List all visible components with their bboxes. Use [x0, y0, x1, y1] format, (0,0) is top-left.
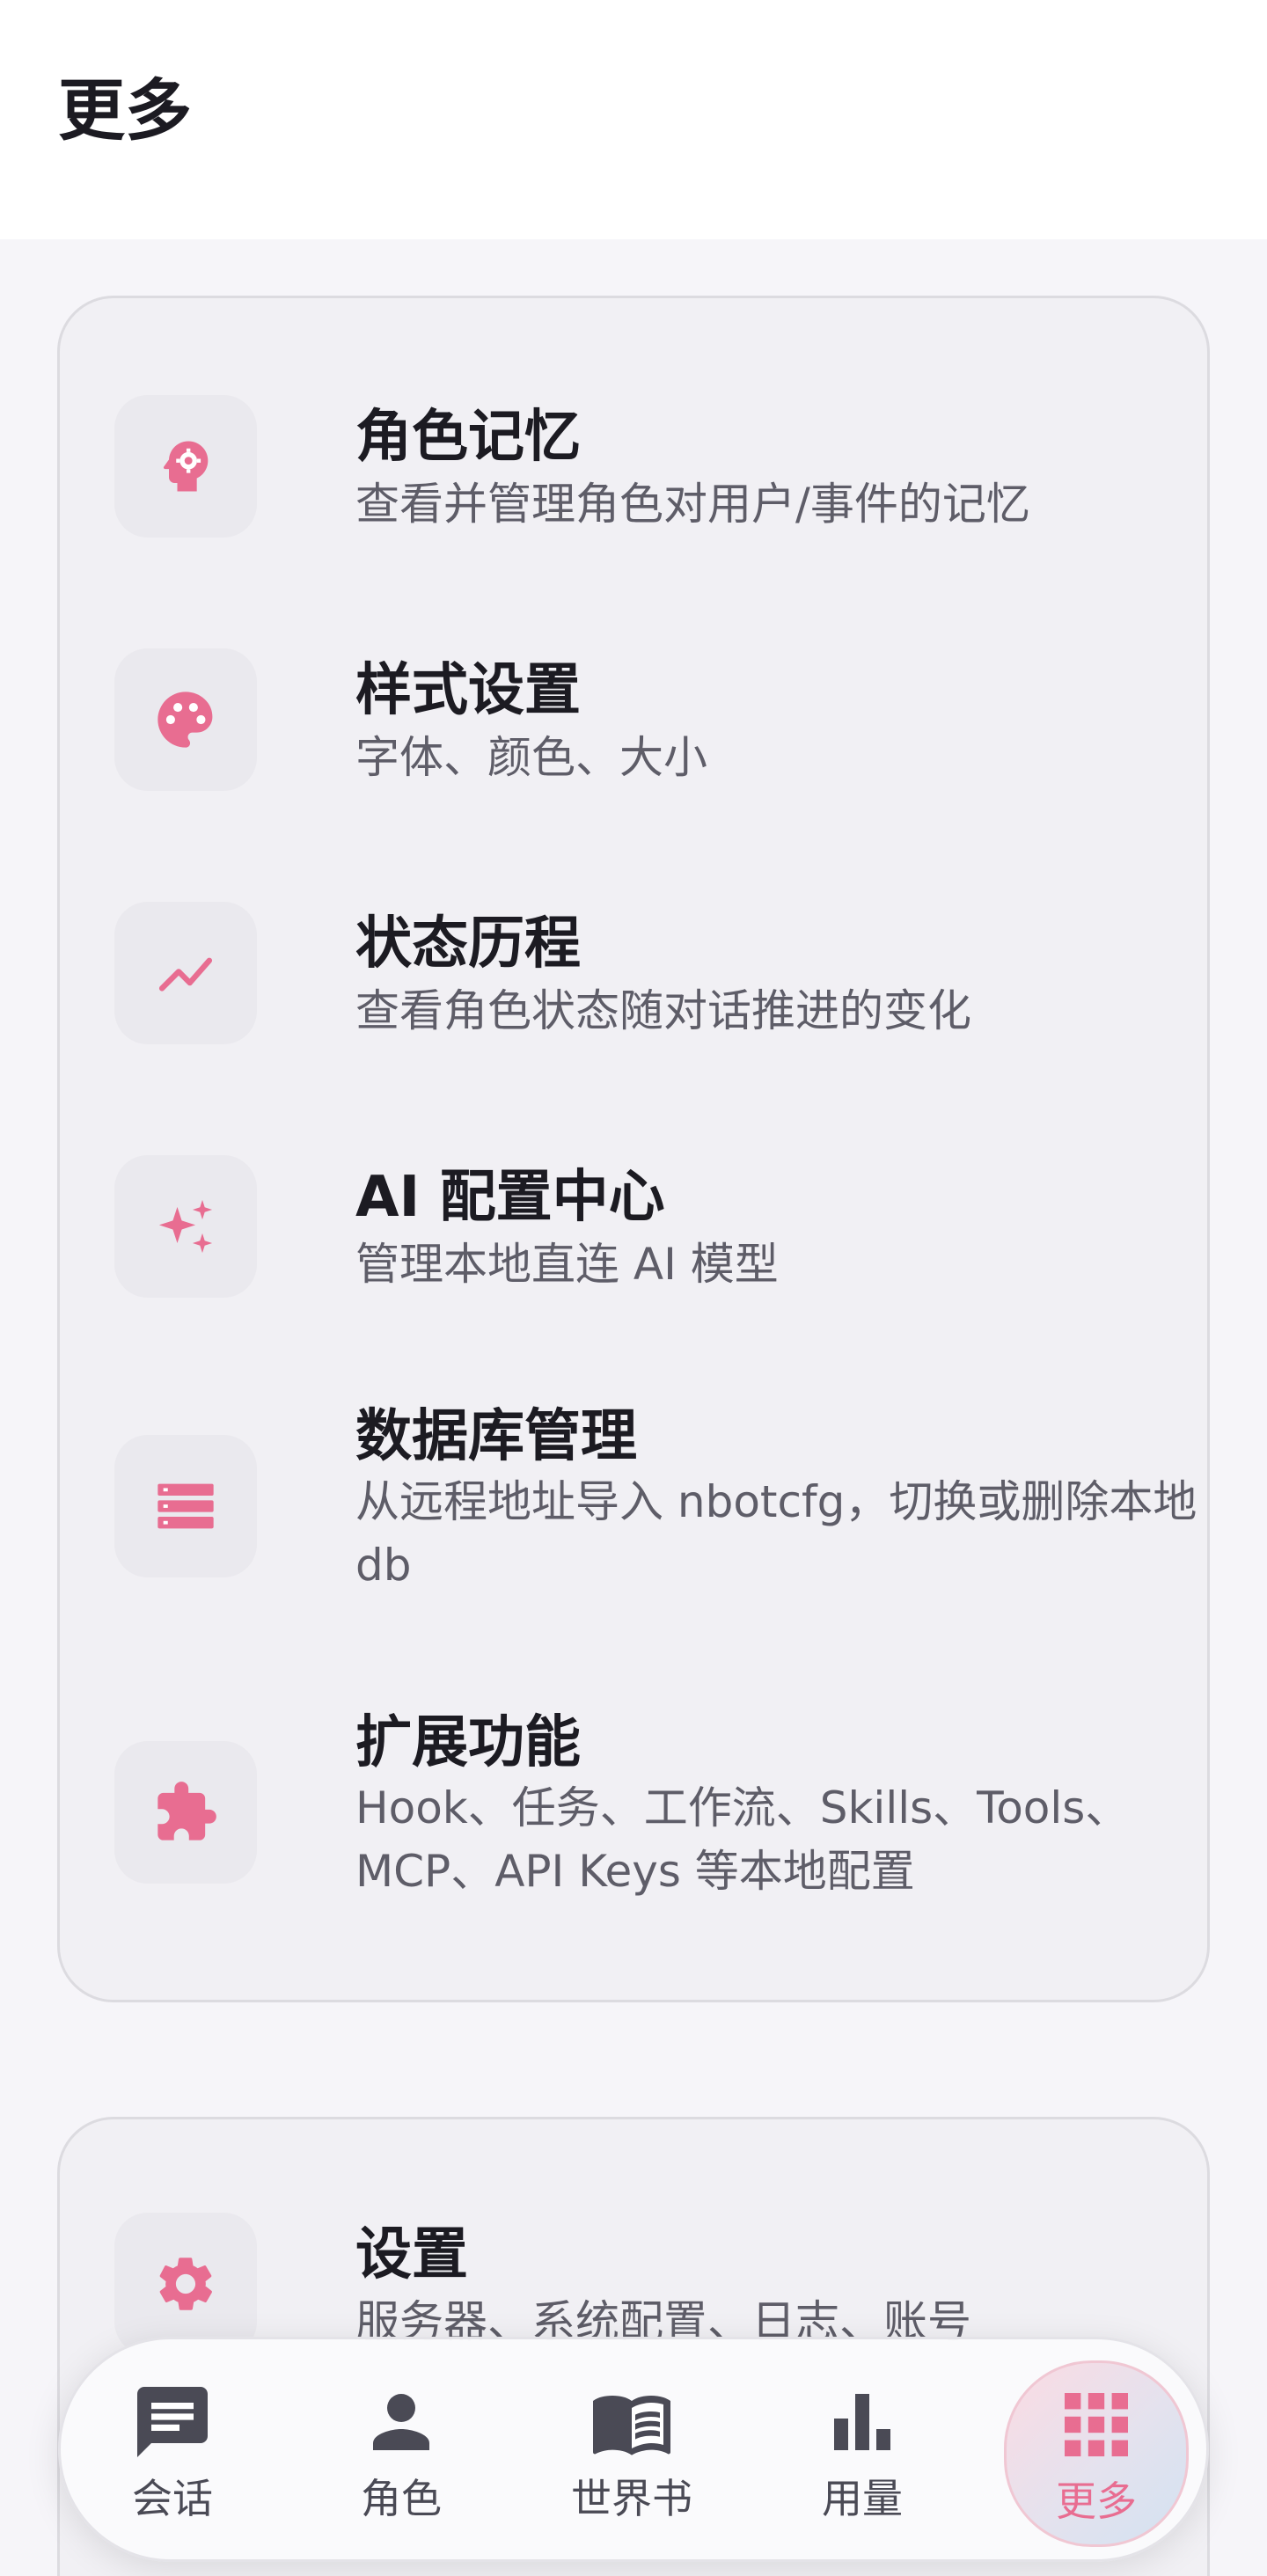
- book-icon: [593, 2396, 670, 2455]
- header-bar: 更多: [0, 0, 1267, 239]
- menu-item-title: 角色记忆: [355, 405, 581, 470]
- menu-item-title: AI 配置中心: [355, 1165, 665, 1230]
- menu-item-status-history[interactable]: 状态历程 查看角色状态随对话推进的变化: [114, 902, 1153, 1060]
- menu-item-memory[interactable]: 角色记忆 查看并管理角色对用户/事件的记忆: [114, 395, 1153, 553]
- bottom-tab-bar: 会话 角色 世界书 用量 更多: [58, 2337, 1209, 2562]
- grid-icon: [1065, 2393, 1128, 2456]
- head-gear-icon: [114, 395, 257, 538]
- gear-icon: [114, 2213, 257, 2355]
- menu-item-description: 查看角色状态随对话推进的变化: [355, 985, 971, 1036]
- trend-icon: [114, 902, 257, 1044]
- page-title: 更多: [58, 71, 192, 150]
- tab-characters[interactable]: 角色: [309, 2360, 494, 2547]
- menu-item-description: 管理本地直连 AI 模型: [355, 1239, 779, 1290]
- menu-item-description: 查看并管理角色对用户/事件的记忆: [355, 479, 1030, 530]
- feature-menu-card: 角色记忆 查看并管理角色对用户/事件的记忆 样式设置 字体、颜色、大小 状态历程…: [57, 296, 1210, 2002]
- tab-usage[interactable]: 用量: [770, 2360, 955, 2547]
- database-icon: [114, 1435, 257, 1577]
- menu-item-title: 扩展功能: [355, 1710, 581, 1775]
- menu-item-title: 设置: [355, 2222, 468, 2287]
- menu-item-style[interactable]: 样式设置 字体、颜色、大小: [114, 648, 1153, 807]
- tab-label: 用量: [822, 2475, 903, 2522]
- person-icon: [373, 2394, 429, 2450]
- menu-item-title: 状态历程: [355, 911, 581, 977]
- tab-label: 世界书: [571, 2475, 692, 2522]
- tab-more[interactable]: 更多: [1004, 2360, 1189, 2547]
- tab-chat[interactable]: 会话: [80, 2360, 265, 2547]
- palette-icon: [114, 648, 257, 791]
- menu-item-database[interactable]: 数据库管理 从远程地址导入 nbotcfg，切换或删除本地 db: [114, 1404, 1197, 1620]
- tab-label: 会话: [132, 2475, 213, 2522]
- menu-item-description: 字体、颜色、大小: [355, 732, 707, 783]
- tab-worldbook[interactable]: 世界书: [539, 2360, 724, 2547]
- tab-label: 更多: [1056, 2477, 1137, 2525]
- menu-item-ai-config[interactable]: AI 配置中心 管理本地直连 AI 模型: [114, 1155, 1153, 1314]
- chat-icon: [137, 2387, 208, 2457]
- menu-item-description: Hook、任务、工作流、Skills、Tools、MCP、API Keys 等本…: [355, 1782, 1130, 1897]
- menu-item-description: 从远程地址导入 nbotcfg，切换或删除本地 db: [355, 1476, 1197, 1591]
- menu-item-extensions[interactable]: 扩展功能 Hook、任务、工作流、Skills、Tools、MCP、API Ke…: [114, 1715, 1153, 1926]
- sparkle-icon: [114, 1155, 257, 1298]
- menu-item-title: 数据库管理: [355, 1404, 637, 1469]
- menu-item-title: 样式设置: [355, 658, 581, 723]
- more-page: 更多 角色记忆 查看并管理角色对用户/事件的记忆 样式设置 字体、颜色、大小 状…: [0, 0, 1267, 2576]
- bar-chart-icon: [834, 2394, 890, 2450]
- puzzle-icon: [114, 1741, 257, 1884]
- tab-label: 角色: [361, 2475, 442, 2522]
